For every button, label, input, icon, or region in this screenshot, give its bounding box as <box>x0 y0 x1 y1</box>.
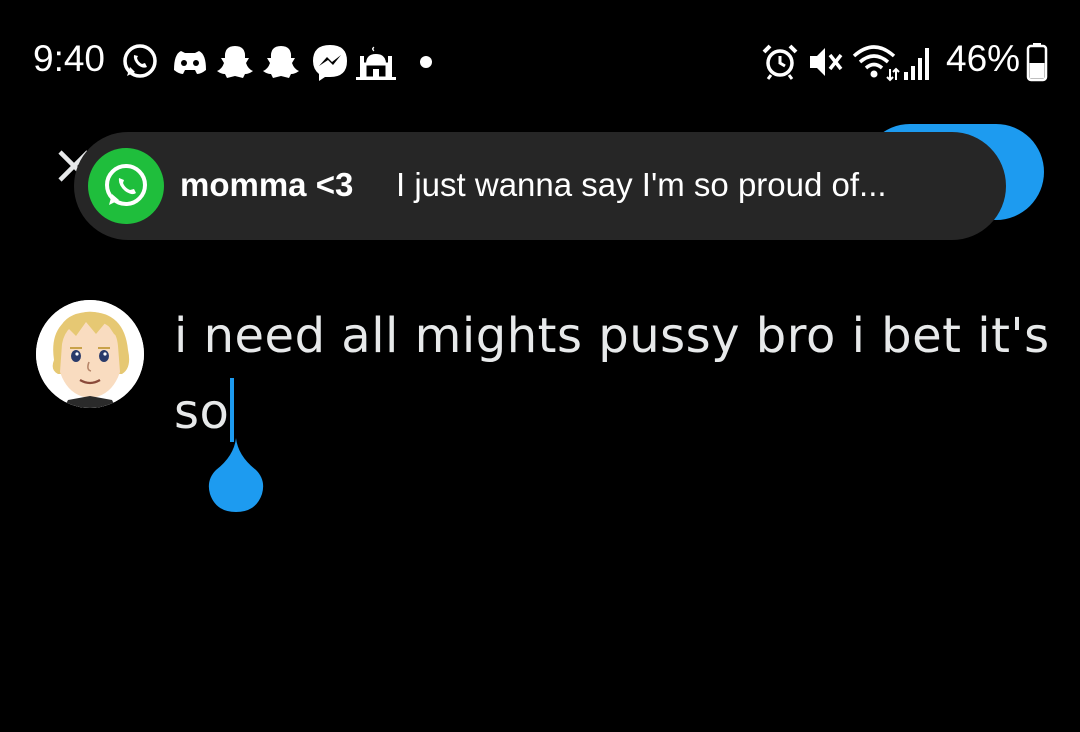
notification-message: I just wanna say I'm so proud of... <box>396 166 887 203</box>
signal-icon <box>902 42 934 80</box>
messenger-icon <box>310 42 350 81</box>
discord-icon <box>170 42 210 80</box>
whatsapp-icon <box>120 42 160 80</box>
cursor-handle[interactable] <box>204 434 268 516</box>
avatar[interactable] <box>36 300 144 408</box>
heads-up-notification[interactable]: momma <3 I just wanna say I'm so proud o… <box>74 132 1006 240</box>
mute-icon <box>806 42 846 80</box>
mosque-icon <box>356 42 396 80</box>
wifi-icon <box>852 42 900 82</box>
battery-icon <box>1026 42 1048 82</box>
dot-icon <box>419 55 433 93</box>
status-time: 9:40 <box>33 38 106 79</box>
notification-sender: momma <3 <box>180 166 354 203</box>
snapchat-icon <box>216 42 254 80</box>
compose-text: i need all mights pussy bro i bet it's s… <box>174 308 1050 440</box>
snapchat-icon <box>262 42 300 80</box>
text-cursor <box>230 378 235 442</box>
tweet-compose-input[interactable]: i need all mights pussy bro i bet it's s… <box>174 298 1054 450</box>
alarm-icon <box>760 42 800 80</box>
status-bar: 9:40 46% <box>0 0 1080 120</box>
whatsapp-icon <box>88 148 164 224</box>
battery-percentage: 46% <box>946 38 1021 79</box>
